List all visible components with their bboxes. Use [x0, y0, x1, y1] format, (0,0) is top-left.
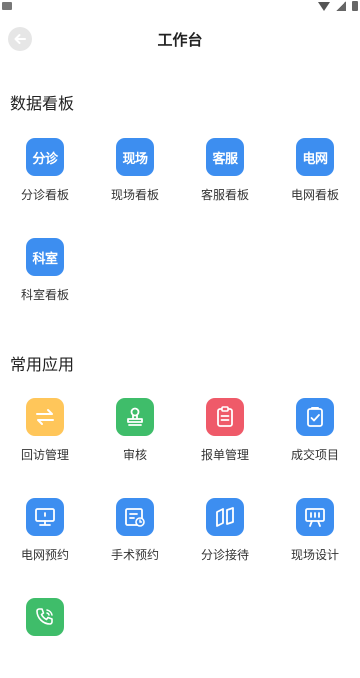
- battery-icon: [352, 1, 358, 11]
- dashboard-item-label: 现场看板: [110, 188, 159, 202]
- app-item-review[interactable]: 审核: [90, 398, 180, 478]
- app-item-label: 审核: [122, 448, 147, 462]
- department-icon: 科室: [26, 238, 64, 276]
- map-fold-icon: [206, 498, 244, 536]
- signal-icon: [336, 1, 346, 11]
- schedule-icon: [116, 498, 154, 536]
- stamp-icon: [116, 398, 154, 436]
- dashboard-item-onsite[interactable]: 现场 现场看板: [90, 138, 180, 218]
- page-title: 工作台: [157, 31, 203, 49]
- dashboard-item-label: 客服看板: [200, 188, 249, 202]
- app-item-label: 回访管理: [20, 448, 69, 462]
- status-bar: [0, 0, 360, 14]
- app-item-label: 分诊接待: [200, 548, 249, 562]
- app-item-phone[interactable]: [0, 598, 90, 678]
- app-item-surgery-appointment[interactable]: 手术预约: [90, 498, 180, 578]
- grid-network-icon: 电网: [296, 138, 334, 176]
- check-document-icon: [296, 398, 334, 436]
- app-item-label: 报单管理: [200, 448, 249, 462]
- header: 工作台: [0, 22, 360, 56]
- phone-icon: [26, 598, 64, 636]
- clipboard-icon: [206, 398, 244, 436]
- app-item-follow-up[interactable]: 回访管理: [0, 398, 90, 478]
- app-item-triage-reception[interactable]: 分诊接待: [180, 498, 270, 578]
- app-item-label: 电网预约: [20, 548, 69, 562]
- app-item-grid-appointment[interactable]: 电网预约: [0, 498, 90, 578]
- dashboard-item-label: 分诊看板: [20, 188, 69, 202]
- wifi-icon: [318, 1, 330, 11]
- app-item-label: 成交项目: [290, 448, 339, 462]
- app-item-label: 现场设计: [290, 548, 339, 562]
- apps-section-title: 常用应用: [10, 355, 75, 374]
- app-item-order-management[interactable]: 报单管理: [180, 398, 270, 478]
- dashboard-item-label: 电网看板: [290, 188, 339, 202]
- app-item-deal-projects[interactable]: 成交项目: [270, 398, 360, 478]
- app-item-onsite-design[interactable]: 现场设计: [270, 498, 360, 578]
- dashboard-item-department[interactable]: 科室 科室看板: [0, 238, 90, 318]
- app-item-label: 手术预约: [110, 548, 159, 562]
- dashboard-item-label: 科室看板: [20, 288, 69, 302]
- monitor-icon: [26, 498, 64, 536]
- exchange-icon: [26, 398, 64, 436]
- dashboard-item-grid[interactable]: 电网 电网看板: [270, 138, 360, 218]
- dashboard-item-triage[interactable]: 分诊 分诊看板: [0, 138, 90, 218]
- onsite-icon: 现场: [116, 138, 154, 176]
- presentation-icon: [296, 498, 334, 536]
- customer-service-icon: 客服: [206, 138, 244, 176]
- triage-icon: 分诊: [26, 138, 64, 176]
- dashboards-section-title: 数据看板: [10, 94, 75, 113]
- status-icons: [318, 1, 358, 11]
- image-notification-icon: [2, 2, 12, 10]
- dashboard-item-customer-service[interactable]: 客服 客服看板: [180, 138, 270, 218]
